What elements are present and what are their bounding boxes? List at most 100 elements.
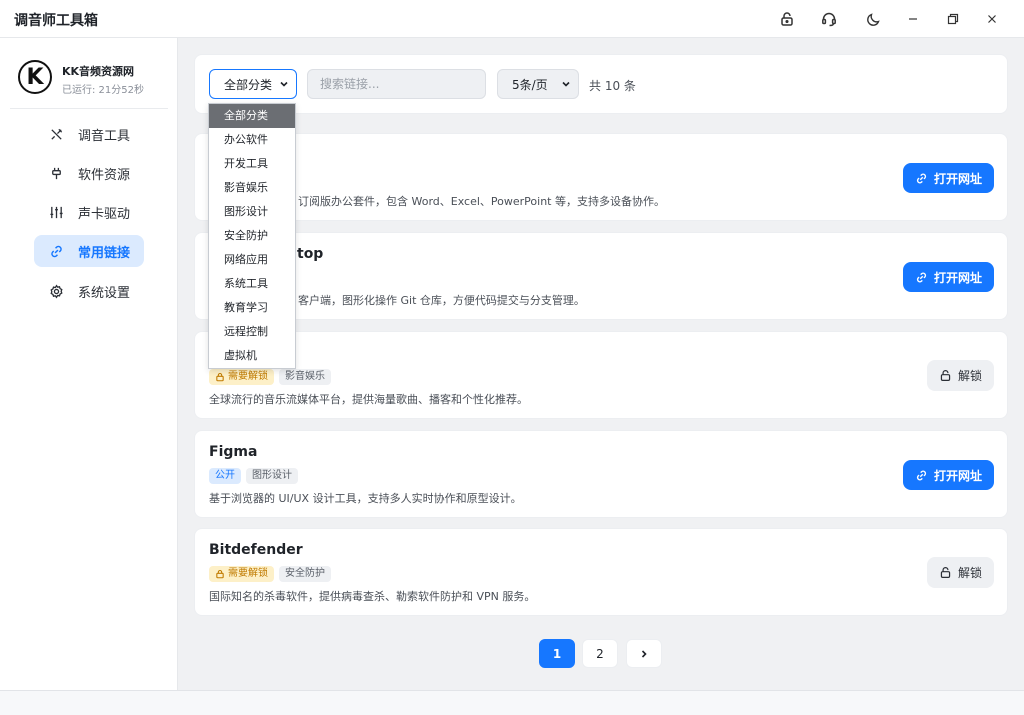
link-icon [916, 470, 927, 480]
support-button[interactable] [815, 6, 843, 32]
card-title: Figma [209, 444, 258, 460]
total-count: 共 10 条 [589, 79, 636, 93]
card-description: 订阅版办公套件，包含 Word、Excel、PowerPoint 等，支持多设备… [298, 195, 665, 208]
dropdown-option[interactable]: 系统工具 [209, 272, 295, 296]
brand-logo: K [18, 60, 52, 94]
sidebar-item-settings[interactable]: 系统设置 [34, 275, 144, 307]
unlock-button[interactable]: 解锁 [927, 360, 994, 391]
lock-icon [940, 567, 951, 578]
app-title: 调音师工具箱 [14, 13, 98, 29]
unlock-button[interactable]: 解锁 [927, 557, 994, 588]
link-card: Figma 公开 图形设计 基于浏览器的 UI/UX 设计工具，支持多人实时协作… [194, 430, 1008, 518]
sidebar-divider [10, 108, 168, 109]
link-icon [48, 243, 64, 259]
maximize-button[interactable] [939, 6, 967, 32]
sidebar-item-label: 声卡驱动 [78, 206, 131, 222]
sidebar-item-label: 调音工具 [78, 128, 131, 144]
close-icon [988, 15, 996, 23]
page-size-select[interactable]: 5条/页 [497, 69, 579, 99]
chevron-down-icon [562, 81, 570, 87]
card-tags: 公开 图形设计 [209, 468, 298, 484]
dropdown-option[interactable]: 图形设计 [209, 200, 295, 224]
open-url-button[interactable]: 打开网址 [903, 460, 994, 490]
sliders-icon [48, 204, 64, 220]
lock-icon [781, 12, 793, 26]
link-card: 5 订阅版办公套件，包含 Word、Excel、PowerPoint 等，支持多… [194, 133, 1008, 221]
page-button-1[interactable]: 1 [539, 639, 575, 668]
lock-icon [216, 373, 224, 382]
dropdown-option[interactable]: 网络应用 [209, 248, 295, 272]
search-input[interactable] [307, 69, 486, 99]
maximize-icon [947, 13, 959, 25]
chevron-right-icon [641, 649, 647, 658]
brand-name: KK音频资源网 [62, 65, 135, 78]
status-strip [0, 690, 1024, 715]
theme-toggle-button[interactable] [860, 6, 888, 32]
close-button[interactable] [978, 6, 1006, 32]
sidebar-item-label: 软件资源 [78, 167, 131, 183]
dropdown-option[interactable]: 全部分类 [209, 104, 295, 128]
tools-icon [48, 126, 64, 142]
link-card: top 客户端，图形化操作 Git 仓库，方便代码提交与分支管理。 打开网址 [194, 232, 1008, 320]
moon-icon [867, 13, 880, 26]
dropdown-option[interactable]: 教育学习 [209, 296, 295, 320]
chevron-down-icon [280, 81, 288, 87]
category-select-value: 全部分类 [224, 77, 273, 92]
open-url-label: 打开网址 [933, 468, 982, 483]
sidebar: K KK音频资源网 已运行: 21分52秒 调音工具 软件资源 声卡驱动 常用链… [0, 38, 178, 690]
card-tags: 需要解锁 安全防护 [209, 566, 331, 582]
dropdown-option[interactable]: 办公软件 [209, 128, 295, 152]
sidebar-item-drivers[interactable]: 声卡驱动 [34, 196, 144, 228]
open-url-button[interactable]: 打开网址 [903, 163, 994, 193]
open-url-button[interactable]: 打开网址 [903, 262, 994, 292]
card-description: 客户端，图形化操作 Git 仓库，方便代码提交与分支管理。 [298, 294, 585, 307]
link-card: 需要解锁 影音娱乐 全球流行的音乐流媒体平台，提供海量歌曲、播客和个性化推荐。 … [194, 331, 1008, 419]
category-select[interactable]: 全部分类 [209, 69, 297, 99]
card-title: Bitdefender [209, 542, 303, 558]
card-description: 基于浏览器的 UI/UX 设计工具，支持多人实时协作和原型设计。 [209, 492, 522, 505]
category-tag: 图形设计 [246, 468, 298, 484]
gear-icon [48, 283, 64, 299]
filter-bar: 全部分类 5条/页 共 10 条 [194, 54, 1008, 114]
next-page-button[interactable] [626, 639, 662, 668]
minimize-button[interactable] [899, 6, 927, 32]
lock-button[interactable] [773, 6, 801, 32]
page-size-value: 5条/页 [512, 77, 548, 92]
title-bar: 调音师工具箱 [0, 0, 1024, 38]
lock-icon [216, 570, 224, 579]
sidebar-item-links[interactable]: 常用链接 [34, 235, 144, 267]
brand: K KK音频资源网 已运行: 21分52秒 [18, 60, 168, 100]
public-tag: 公开 [209, 468, 241, 484]
open-url-label: 打开网址 [933, 171, 982, 186]
locked-tag: 需要解锁 [209, 369, 274, 385]
dropdown-option[interactable]: 虚拟机 [209, 344, 295, 368]
sidebar-item-tuning-tools[interactable]: 调音工具 [34, 118, 144, 150]
open-url-label: 打开网址 [933, 270, 982, 285]
category-dropdown: 全部分类 办公软件 开发工具 影音娱乐 图形设计 安全防护 网络应用 系统工具 … [208, 103, 296, 369]
link-card: Bitdefender 需要解锁 安全防护 国际知名的杀毒软件，提供病毒查杀、勒… [194, 528, 1008, 616]
link-icon [916, 272, 927, 282]
category-tag: 安全防护 [279, 566, 331, 582]
dropdown-option[interactable]: 开发工具 [209, 152, 295, 176]
dropdown-option[interactable]: 远程控制 [209, 320, 295, 344]
link-icon [916, 173, 927, 183]
card-tags: 需要解锁 影音娱乐 [209, 369, 331, 385]
lock-icon [940, 370, 951, 381]
plug-icon [48, 165, 64, 181]
sidebar-item-label: 系统设置 [78, 285, 131, 301]
minimize-icon [909, 18, 917, 20]
card-title: top [297, 246, 324, 262]
headset-icon [822, 12, 836, 27]
locked-tag: 需要解锁 [209, 566, 274, 582]
unlock-label: 解锁 [957, 369, 982, 383]
unlock-label: 解锁 [957, 566, 982, 580]
dropdown-option[interactable]: 安全防护 [209, 224, 295, 248]
runtime-text: 已运行: 21分52秒 [62, 85, 144, 96]
sidebar-item-software[interactable]: 软件资源 [34, 157, 144, 189]
dropdown-option[interactable]: 影音娱乐 [209, 176, 295, 200]
card-description: 全球流行的音乐流媒体平台，提供海量歌曲、播客和个性化推荐。 [209, 393, 528, 406]
sidebar-item-label: 常用链接 [78, 245, 131, 261]
category-tag: 影音娱乐 [279, 369, 331, 385]
card-description: 国际知名的杀毒软件，提供病毒查杀、勒索软件防护和 VPN 服务。 [209, 590, 536, 603]
page-button-2[interactable]: 2 [582, 639, 618, 668]
